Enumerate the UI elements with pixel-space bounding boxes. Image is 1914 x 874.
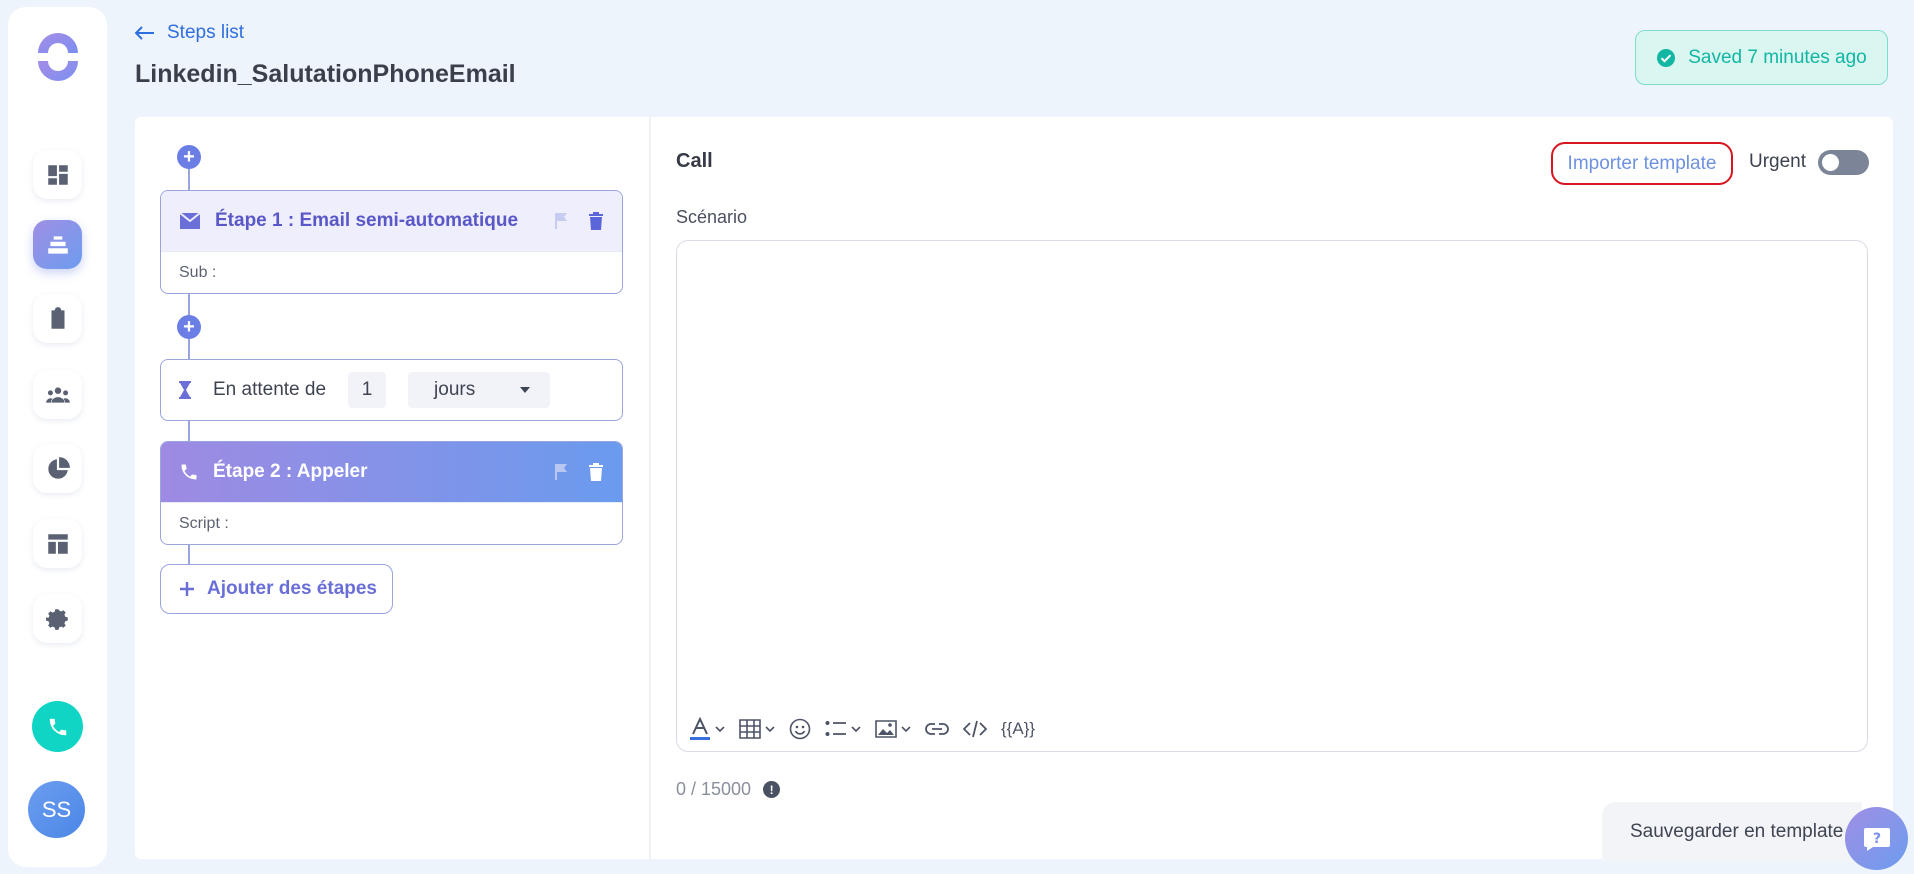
help-button[interactable]: ?: [1845, 807, 1908, 870]
link-button[interactable]: [925, 722, 949, 736]
add-steps-button[interactable]: Ajouter des étapes: [160, 564, 393, 614]
wait-unit-value: jours: [434, 379, 476, 400]
plus-icon: [180, 582, 194, 596]
trash-icon[interactable]: [588, 211, 604, 231]
timeline-line: [188, 545, 190, 564]
code-button[interactable]: [963, 720, 987, 738]
chevron-down-icon: [715, 726, 725, 732]
wait-number-input[interactable]: 1: [348, 372, 387, 408]
chevron-down-icon: [765, 726, 775, 732]
urgent-toggle[interactable]: [1818, 150, 1869, 175]
emoji-button[interactable]: [789, 718, 811, 740]
contacts-icon[interactable]: [33, 370, 82, 419]
phone-icon: [49, 718, 66, 735]
back-label: Steps list: [167, 22, 245, 43]
step-title: Étape 2 : Appeler: [213, 461, 368, 482]
flag-icon[interactable]: [554, 463, 568, 481]
import-template-button[interactable]: Importer template: [1551, 142, 1733, 185]
table-button[interactable]: [739, 719, 775, 739]
templates-icon[interactable]: [33, 519, 82, 568]
trash-icon[interactable]: [588, 462, 604, 482]
tasks-icon[interactable]: [33, 294, 82, 343]
save-as-template-button[interactable]: Sauvegarder en template: [1602, 802, 1862, 862]
back-to-steps-link[interactable]: Steps list: [135, 22, 244, 44]
sequences-icon[interactable]: [33, 220, 82, 269]
settings-icon[interactable]: [33, 594, 82, 643]
step-sub: Script :: [161, 502, 622, 544]
scenario-editor[interactable]: {{A}}: [676, 240, 1868, 752]
hourglass-icon: [179, 381, 191, 399]
page-title: Linkedin_SalutationPhoneEmail: [135, 60, 516, 88]
chevron-down-icon: [851, 726, 861, 732]
caret-down-icon: [520, 387, 531, 393]
info-icon[interactable]: !: [763, 781, 781, 798]
char-counter-text: 0 / 15000: [676, 779, 752, 799]
wait-unit-select[interactable]: jours: [408, 372, 551, 408]
table-icon: [739, 719, 761, 739]
step-card-email[interactable]: Étape 1 : Email semi-automatique Sub :: [160, 190, 623, 294]
text-color-button[interactable]: [689, 717, 725, 741]
sidebar: SS: [8, 7, 107, 867]
check-circle-icon: [1657, 48, 1676, 67]
list-button[interactable]: [825, 720, 861, 738]
step-header[interactable]: Étape 1 : Email semi-automatique: [161, 191, 622, 251]
svg-text:?: ?: [1872, 831, 1880, 847]
text-color-icon: [690, 717, 710, 740]
step-header[interactable]: Étape 2 : Appeler: [161, 442, 622, 502]
scenario-label: Scénario: [676, 207, 748, 227]
dashboard-icon[interactable]: [33, 150, 82, 199]
flag-icon[interactable]: [554, 212, 568, 230]
toggle-knob: [1822, 154, 1839, 171]
step-title: Étape 1 : Email semi-automatique: [215, 210, 519, 231]
timeline-line: [188, 167, 190, 191]
add-steps-label: Ajouter des étapes: [207, 578, 377, 599]
user-avatar[interactable]: SS: [28, 781, 85, 838]
image-icon: [875, 720, 897, 738]
insert-step-button[interactable]: +: [177, 145, 201, 169]
arrow-left-icon: [135, 26, 154, 40]
envelope-icon: [179, 212, 201, 229]
chevron-down-icon: [901, 726, 911, 732]
wait-prefix: En attente de: [213, 379, 327, 400]
step-card-call[interactable]: Étape 2 : Appeler Script :: [160, 441, 623, 545]
code-icon: [963, 720, 987, 738]
list-icon: [825, 721, 846, 736]
help-chat-icon: ?: [1863, 827, 1890, 851]
char-counter: 0 / 15000 !: [676, 779, 781, 800]
wait-delay-card: En attente de 1 jours: [160, 359, 623, 421]
image-button[interactable]: [875, 720, 911, 738]
editor-toolbar: {{A}}: [689, 717, 1035, 741]
insert-step-button[interactable]: +: [177, 315, 201, 339]
urgent-label: Urgent: [1749, 151, 1807, 172]
timeline-line: [188, 421, 190, 441]
panel-title: Call: [676, 150, 713, 172]
column-divider: [649, 117, 651, 859]
step-sub: Sub :: [161, 251, 622, 293]
link-icon: [925, 723, 949, 735]
reports-icon[interactable]: [33, 444, 82, 493]
app-logo[interactable]: [34, 33, 82, 81]
variable-button[interactable]: {{A}}: [1001, 719, 1035, 739]
saved-status-text: Saved 7 minutes ago: [1688, 46, 1867, 68]
saved-status-badge: Saved 7 minutes ago: [1635, 30, 1888, 85]
phone-icon: [181, 464, 197, 480]
emoji-icon: [789, 718, 811, 740]
phone-call-button[interactable]: [32, 701, 83, 752]
